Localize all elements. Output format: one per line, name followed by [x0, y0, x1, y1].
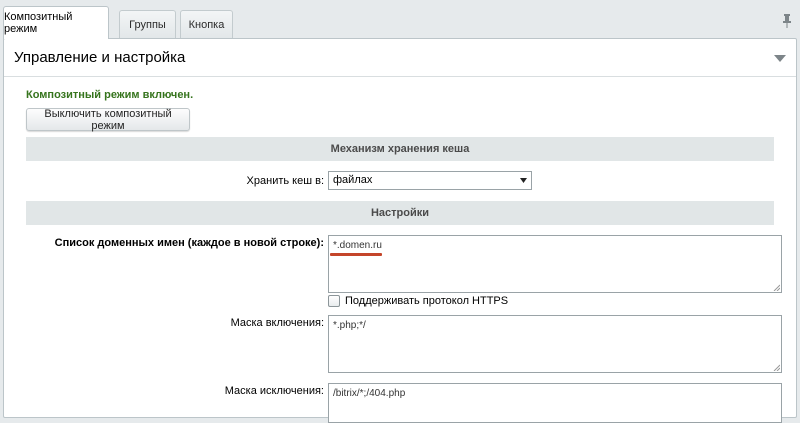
cache-store-label: Хранить кеш в: [246, 175, 324, 187]
domains-label: Список доменных имен (каждое в новой стр… [54, 237, 324, 249]
status-message: Композитный режим включен. [26, 89, 194, 101]
tab-label: Композитный режим [4, 11, 73, 35]
resize-grip-icon[interactable] [772, 283, 780, 291]
cache-store-value: файлах [333, 174, 373, 186]
exclude-mask-textarea[interactable]: /bitrix/*;/404.php [328, 383, 782, 423]
resize-grip-icon[interactable] [772, 363, 780, 371]
section-cache-storage: Механизм хранения кеша [26, 137, 774, 161]
dropdown-arrow-icon [520, 178, 527, 183]
collapse-icon[interactable] [774, 55, 786, 63]
include-mask-textarea[interactable]: *.php;*/ [328, 315, 782, 373]
tab-composite-mode[interactable]: Композитный режим [3, 6, 109, 39]
tab-groups[interactable]: Группы [119, 10, 176, 38]
exclude-mask-label: Маска исключения: [224, 385, 324, 397]
cache-store-select[interactable]: файлах [328, 171, 532, 190]
tab-button[interactable]: Кнопка [180, 10, 233, 38]
include-mask-value: *.php;*/ [333, 320, 366, 331]
domains-value: *.domen.ru [333, 240, 382, 251]
section-title: Настройки [370, 207, 430, 219]
tab-label: Кнопка [188, 18, 225, 31]
tab-label: Группы [129, 18, 166, 31]
panel-header: Управление и настройка [4, 39, 796, 77]
disable-composite-button[interactable]: Выключить композитный режим [26, 108, 190, 132]
https-checkbox-label: Поддерживать протокол HTTPS [345, 295, 509, 307]
tab-bar: Композитный режим Группы Кнопка [0, 0, 800, 39]
settings-panel: Управление и настройка Композитный режим… [3, 38, 797, 423]
domain-highlight-underline [330, 253, 382, 256]
pin-icon[interactable] [782, 14, 792, 28]
exclude-mask-value: /bitrix/*;/404.php [333, 388, 406, 399]
include-mask-label: Маска включения: [230, 317, 324, 329]
section-settings: Настройки [26, 201, 774, 225]
panel-title: Управление и настройка [14, 49, 186, 66]
section-title: Механизм хранения кеша [330, 143, 470, 155]
https-checkbox[interactable] [328, 295, 340, 307]
domains-textarea[interactable]: *.domen.ru [328, 235, 782, 293]
